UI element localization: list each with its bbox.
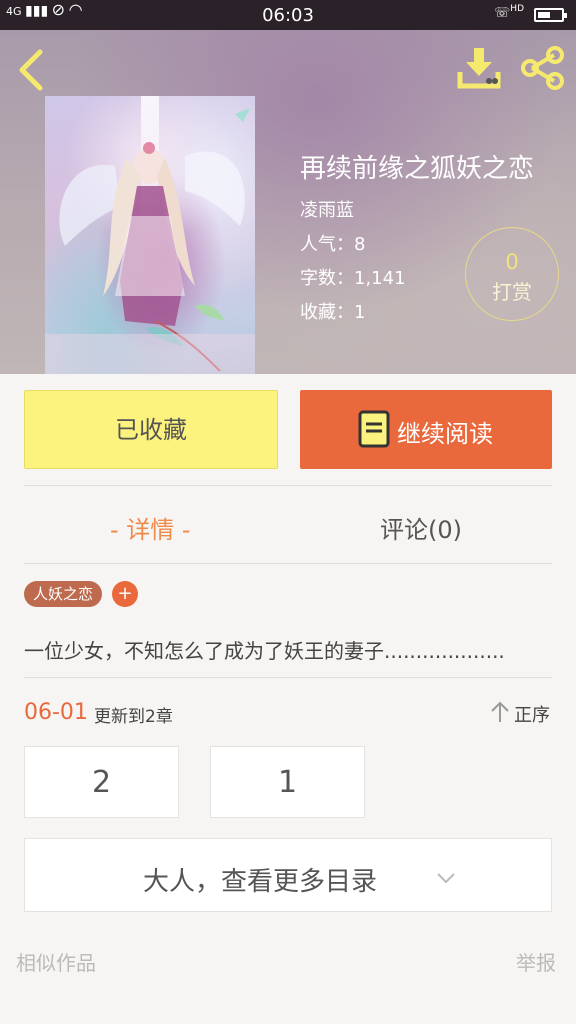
tab-comments[interactable]: 评论(0)	[380, 510, 462, 545]
book-author[interactable]: 凌雨蓝	[300, 196, 354, 222]
back-arrow-icon[interactable]	[14, 48, 48, 92]
divider	[24, 485, 552, 486]
tab-detail[interactable]: - 详情 -	[110, 510, 191, 545]
similar-works-link[interactable]: 相似作品	[16, 947, 96, 976]
favorited-button[interactable]: 已收藏	[24, 390, 278, 469]
book-description[interactable]: 一位少女，不知怎么了成为了妖王的妻子...................	[24, 635, 505, 664]
more-catalog-label: 大人，查看更多目录	[143, 867, 378, 897]
reward-count: 0	[505, 250, 519, 274]
share-icon[interactable]	[520, 46, 566, 90]
book-popularity: 人气：8	[300, 234, 366, 255]
call-hd-icon: ☏HD	[494, 4, 524, 21]
book-favorites-count: 收藏：1	[300, 302, 366, 323]
reward-label: 打赏	[492, 280, 532, 304]
arrow-up-icon	[491, 701, 509, 722]
chevron-down-icon	[437, 873, 455, 884]
book-icon	[358, 410, 390, 448]
status-bar: 4G ▮▮▮ ⊘ ◠ 06:03 ☏HD	[0, 0, 576, 30]
book-cover-image[interactable]	[45, 96, 255, 374]
update-text: 更新到2章	[94, 707, 173, 727]
book-word-count: 字数：1,141	[300, 268, 406, 289]
update-date: 06-01	[24, 700, 88, 725]
cover-illustration	[45, 96, 255, 374]
divider	[24, 563, 552, 564]
more-catalog-button[interactable]: 大人，查看更多目录	[24, 838, 552, 912]
chapter-button[interactable]: 2	[24, 746, 179, 818]
favorited-label: 已收藏	[115, 416, 187, 444]
tag-chip[interactable]: 人妖之恋	[24, 581, 103, 607]
sort-order-label: 正序	[514, 705, 550, 726]
divider	[24, 677, 552, 678]
report-link[interactable]: 举报	[516, 947, 556, 976]
download-icon[interactable]	[456, 44, 502, 90]
battery-icon	[534, 8, 567, 22]
reward-button[interactable]: 0 打赏	[465, 227, 559, 321]
continue-reading-label: 继续阅读	[397, 420, 493, 448]
call-hd-label: HD	[510, 4, 524, 14]
status-time: 06:03	[262, 5, 314, 26]
add-tag-button[interactable]: +	[112, 581, 138, 607]
book-header: 再续前缘之狐妖之恋 凌雨蓝 人气：8 字数：1,141 收藏：1 0 打赏	[0, 30, 576, 374]
continue-reading-button[interactable]: 继续阅读	[300, 390, 552, 469]
book-title: 再续前缘之狐妖之恋	[300, 154, 535, 184]
chapter-button[interactable]: 1	[210, 746, 365, 818]
